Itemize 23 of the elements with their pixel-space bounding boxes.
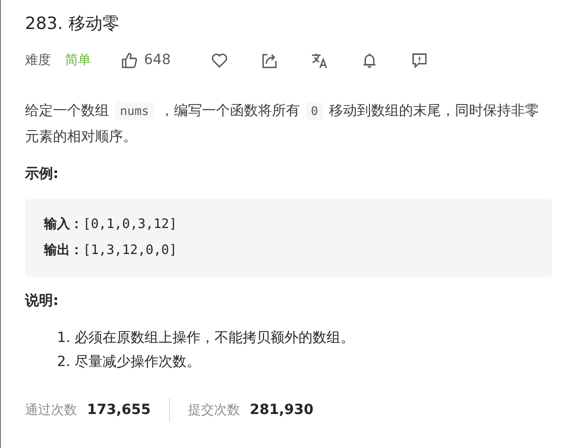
stat-value: 173,655	[87, 400, 151, 420]
share-icon[interactable]	[260, 52, 278, 69]
stat-label: 提交次数	[188, 402, 240, 420]
heart-icon[interactable]	[210, 52, 228, 69]
problem-title: 283. 移动零	[25, 14, 120, 34]
feedback-icon[interactable]	[410, 52, 428, 69]
stat-label: 通过次数	[25, 402, 77, 420]
difficulty-value: 简单	[65, 52, 91, 70]
note-text: 必须在原数组上操作，不能拷贝额外的数组。	[74, 329, 354, 348]
section-heading: 说明:	[25, 292, 60, 312]
like-button[interactable]: 648	[121, 50, 171, 71]
problem-description: 给定一个数组 nums ，编写一个函数将所有 0 移动到数组的末尾，同时保持非零元素的相对顺序。	[25, 101, 540, 148]
bell-icon[interactable]	[360, 52, 378, 69]
section-heading: 示例:	[25, 165, 60, 184]
difficulty-label: 难度	[25, 52, 51, 70]
stat-value: 281,930	[250, 400, 314, 420]
example-line: 输入：[0,1,0,3,12]	[44, 216, 177, 234]
example-line: 输出：[1,3,12,0,0]	[44, 242, 177, 260]
thumbs-up-icon	[121, 52, 138, 69]
note-text: 尽量减少操作次数。	[74, 353, 200, 372]
translate-icon[interactable]	[310, 52, 328, 69]
list-number: 1.	[57, 329, 70, 348]
list-number: 2.	[57, 353, 70, 372]
